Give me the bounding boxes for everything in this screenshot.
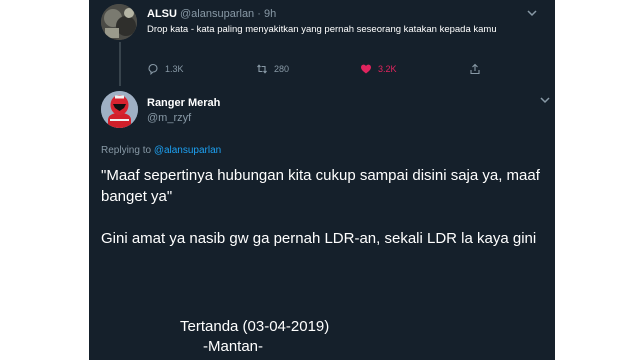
reply-icon (148, 63, 158, 75)
tweet-text: Drop kata - kata paling menyakitkan yang… (147, 24, 497, 35)
avatar-alsu[interactable] (101, 4, 137, 40)
avatar-ranger-merah[interactable] (101, 91, 138, 128)
thread-connector-line (119, 42, 121, 86)
reply-display-name[interactable]: Ranger Merah (147, 97, 220, 109)
reply-button[interactable]: 1.3K (147, 62, 184, 76)
retweet-count: 280 (274, 64, 290, 74)
display-name[interactable]: ALSU (147, 8, 177, 20)
like-count: 3.2K (378, 64, 397, 74)
reply-count: 1.3K (165, 64, 184, 74)
heart-icon (361, 64, 371, 74)
twitter-thread: ALSU @alansuparlan · 9h Drop kata - kata… (89, 0, 555, 360)
retweet-icon (257, 64, 267, 74)
share-icon (470, 63, 480, 75)
replying-to: Replying to @alansuparlan (101, 145, 221, 156)
reply-text: "Maaf sepertinya hubungan kita cukup sam… (101, 165, 549, 270)
reply-paragraph-2: Gini amat ya nasib gw ga pernah LDR-an, … (101, 230, 537, 247)
timestamp[interactable]: 9h (264, 8, 276, 20)
retweet-button[interactable]: 280 (256, 62, 289, 76)
share-button[interactable] (469, 62, 487, 76)
signature-date: Tertanda (03-04-2019) (180, 318, 330, 335)
tweet-header: ALSU @alansuparlan · 9h (147, 8, 276, 20)
chevron-down-icon[interactable] (540, 96, 550, 107)
signature-name: -Mantan- (203, 338, 264, 355)
reply-handle[interactable]: @m_rzyf (147, 112, 191, 124)
separator-dot: · (257, 8, 261, 20)
tweet-actions: 1.3K 280 3.2K (147, 62, 537, 78)
handle[interactable]: @alansuparlan (180, 8, 254, 20)
replying-to-link[interactable]: @alansuparlan (154, 145, 221, 156)
chevron-down-icon[interactable] (527, 9, 537, 20)
reply-paragraph-1: "Maaf sepertinya hubungan kita cukup sam… (101, 167, 540, 205)
replying-prefix: Replying to (101, 145, 152, 156)
like-button[interactable]: 3.2K (360, 62, 397, 76)
